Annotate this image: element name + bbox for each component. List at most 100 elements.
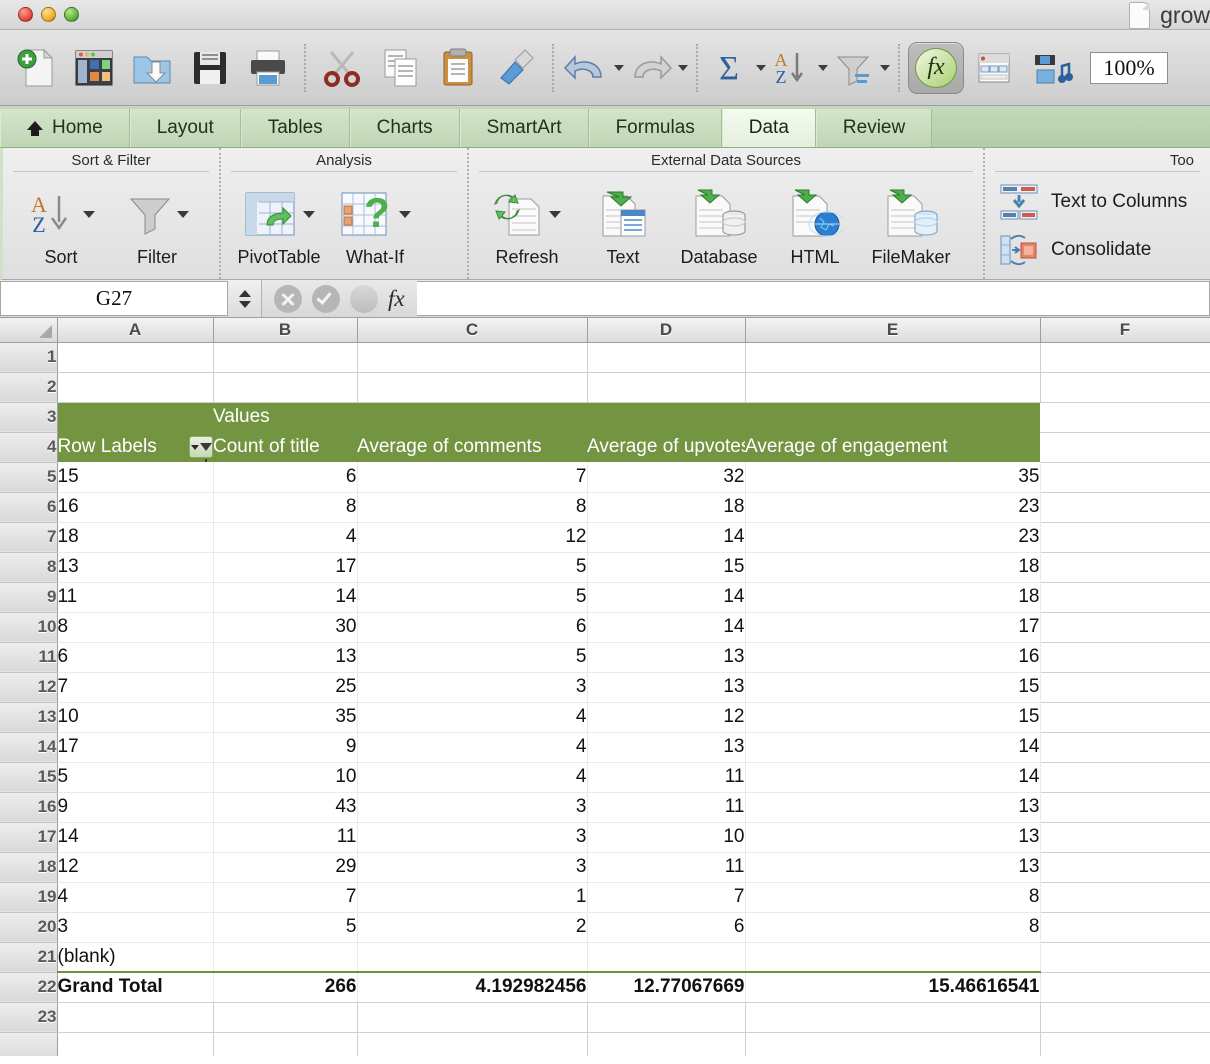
cell-a9[interactable]: 11 <box>57 582 214 613</box>
cell-c20[interactable]: 2 <box>357 912 588 943</box>
cell-c13[interactable]: 4 <box>357 702 588 733</box>
accept-formula-button[interactable] <box>312 284 340 313</box>
row-header-23[interactable]: 23 <box>0 1002 58 1033</box>
cell-f3[interactable] <box>1040 402 1210 433</box>
row-header-7[interactable]: 7 <box>0 522 58 553</box>
print-button[interactable] <box>240 39 296 97</box>
tab-smartart[interactable]: SmartArt <box>459 109 589 147</box>
cell-e9[interactable]: 18 <box>745 582 1041 613</box>
redo-button[interactable] <box>626 39 674 97</box>
autosum-caret-icon[interactable] <box>756 64 766 71</box>
cell-a2[interactable] <box>57 372 214 403</box>
cell-f14[interactable] <box>1040 732 1210 763</box>
cell-e6[interactable]: 23 <box>745 492 1041 523</box>
cell-e15[interactable]: 14 <box>745 762 1041 793</box>
cell-d1[interactable] <box>587 342 746 373</box>
format-painter-button[interactable] <box>488 39 544 97</box>
row-header-19[interactable]: 19 <box>0 882 58 913</box>
cell-f7[interactable] <box>1040 522 1210 553</box>
cell-c15[interactable]: 4 <box>357 762 588 793</box>
formula-builder-toggle[interactable] <box>350 284 378 313</box>
cell-c4-average-of-comments[interactable]: Average of comments <box>357 432 587 462</box>
row-header-13[interactable]: 13 <box>0 702 58 733</box>
cell-c17[interactable]: 3 <box>357 822 588 853</box>
cell-c12[interactable]: 3 <box>357 672 588 703</box>
cell-e20[interactable]: 8 <box>745 912 1041 943</box>
cell-a23[interactable] <box>57 1002 214 1033</box>
ribbon-refresh-button[interactable]: Refresh <box>481 183 573 268</box>
cell-d19[interactable]: 7 <box>587 882 746 913</box>
cell-a18[interactable]: 12 <box>57 852 214 883</box>
cell-c16[interactable]: 3 <box>357 792 588 823</box>
cell-f11[interactable] <box>1040 642 1210 673</box>
cell-f23[interactable] <box>1040 1002 1210 1033</box>
row-header-5[interactable]: 5 <box>0 462 58 493</box>
column-header-c[interactable]: C <box>357 318 588 343</box>
cell-e19[interactable]: 8 <box>745 882 1041 913</box>
cell-d17[interactable]: 10 <box>587 822 746 853</box>
cell-d15[interactable]: 11 <box>587 762 746 793</box>
cell-b22[interactable]: 266 <box>213 971 358 1003</box>
cell-a21-blank[interactable]: (blank) <box>57 942 214 973</box>
cell-b7[interactable]: 4 <box>213 522 358 553</box>
cell-c18[interactable]: 3 <box>357 852 588 883</box>
cell-e14[interactable]: 14 <box>745 732 1041 763</box>
cell-f18[interactable] <box>1040 852 1210 883</box>
cell-a10[interactable]: 8 <box>57 612 214 643</box>
column-header-e[interactable]: E <box>745 318 1041 343</box>
copy-button[interactable] <box>372 39 428 97</box>
cell-b20[interactable]: 5 <box>213 912 358 943</box>
cell-b16[interactable]: 43 <box>213 792 358 823</box>
cell-c11[interactable]: 5 <box>357 642 588 673</box>
cell-b11[interactable]: 13 <box>213 642 358 673</box>
cell-f10[interactable] <box>1040 612 1210 643</box>
cell-a7[interactable]: 18 <box>57 522 214 553</box>
cell-b4-count-of-title[interactable]: Count of title <box>213 432 357 462</box>
row-header-14[interactable]: 14 <box>0 732 58 763</box>
cell-a12[interactable]: 7 <box>57 672 214 703</box>
ribbon-import-filemaker-button[interactable]: FileMaker <box>865 183 957 268</box>
ribbon-sort-button[interactable]: A Z Sort <box>15 183 107 268</box>
cell-b17[interactable]: 11 <box>213 822 358 853</box>
row-labels-filter-button[interactable] <box>189 436 213 462</box>
tab-formulas[interactable]: Formulas <box>588 109 722 147</box>
select-all-corner[interactable] <box>0 318 58 343</box>
cell-d21[interactable] <box>587 942 746 973</box>
cell-f9[interactable] <box>1040 582 1210 613</box>
cell-b12[interactable]: 25 <box>213 672 358 703</box>
cell-c5[interactable]: 7 <box>357 462 588 493</box>
name-box[interactable]: G27 <box>0 281 228 316</box>
cell-b14[interactable]: 9 <box>213 732 358 763</box>
row-header-11[interactable]: 11 <box>0 642 58 673</box>
cell-a4-row-labels[interactable]: Row Labels <box>57 432 213 462</box>
row-header-10[interactable]: 10 <box>0 612 58 643</box>
row-header-9[interactable]: 9 <box>0 582 58 613</box>
cell-b2[interactable] <box>213 372 358 403</box>
media-browser-button[interactable] <box>1024 39 1080 97</box>
cell-e18[interactable]: 13 <box>745 852 1041 883</box>
cell-e4-average-of-engagement[interactable]: Average of engagement <box>745 432 1040 462</box>
cell-f21[interactable] <box>1040 942 1210 973</box>
autosum-button[interactable]: Σ <box>706 39 752 97</box>
cell-d16[interactable]: 11 <box>587 792 746 823</box>
tab-charts[interactable]: Charts <box>349 109 460 147</box>
save-button[interactable] <box>182 39 238 97</box>
cell-e10[interactable]: 17 <box>745 612 1041 643</box>
ribbon-import-html-button[interactable]: HTML <box>769 183 861 268</box>
refresh-caret-icon[interactable] <box>549 210 561 218</box>
cell-b24[interactable] <box>213 1032 358 1056</box>
minimize-button[interactable] <box>41 7 56 22</box>
cell-e8[interactable]: 18 <box>745 552 1041 583</box>
cell-f6[interactable] <box>1040 492 1210 523</box>
cell-c1[interactable] <box>357 342 588 373</box>
redo-caret-icon[interactable] <box>678 64 688 71</box>
cell-f16[interactable] <box>1040 792 1210 823</box>
cell-f13[interactable] <box>1040 702 1210 733</box>
cell-b13[interactable]: 35 <box>213 702 358 733</box>
cell-b23[interactable] <box>213 1002 358 1033</box>
cell-d9[interactable]: 14 <box>587 582 746 613</box>
cell-c10[interactable]: 6 <box>357 612 588 643</box>
cell-d23[interactable] <box>587 1002 746 1033</box>
cell-e5[interactable]: 35 <box>745 462 1041 493</box>
zoom-button[interactable] <box>64 7 79 22</box>
